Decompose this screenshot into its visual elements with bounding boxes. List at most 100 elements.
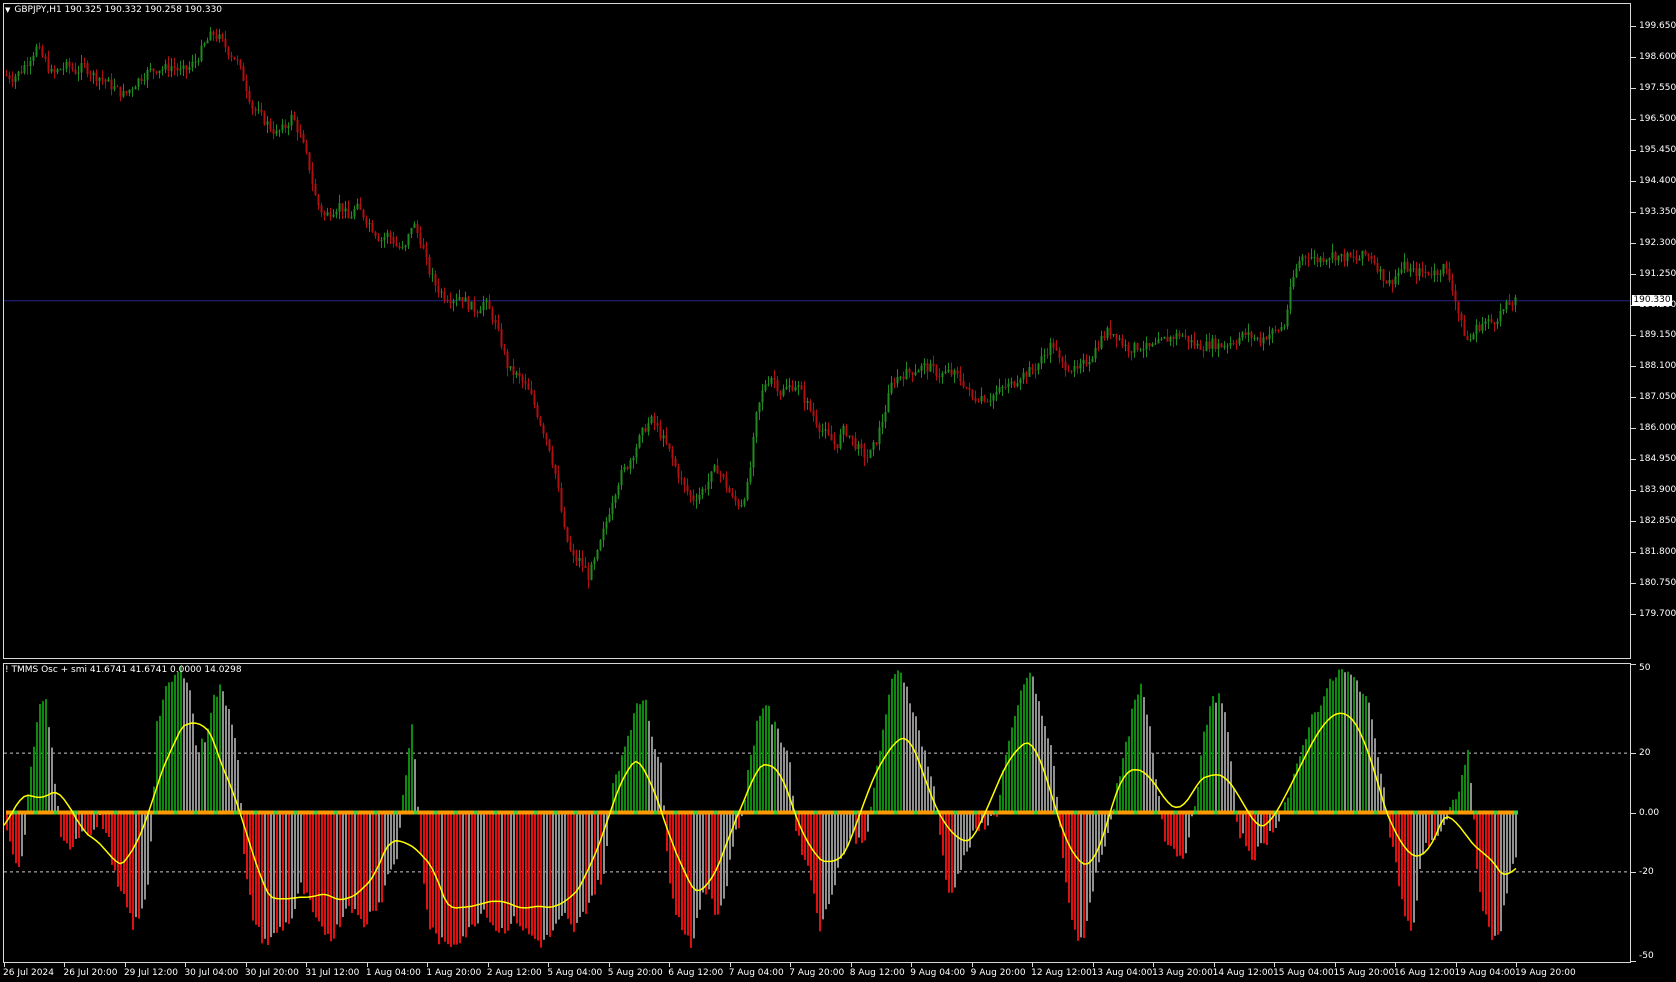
candle-body xyxy=(521,376,524,382)
price-tick xyxy=(1631,583,1636,585)
time-label: 13 Aug 04:00 xyxy=(1091,968,1153,978)
candle-body xyxy=(590,564,593,580)
histogram-bar xyxy=(504,812,506,934)
zero-line-dot xyxy=(1478,810,1482,815)
zero-line-dot xyxy=(758,810,762,815)
candle-body xyxy=(1061,357,1064,362)
candle-body xyxy=(623,466,626,470)
histogram-bar xyxy=(1413,812,1415,923)
oscillator-scale[interactable]: 50 20 0.00 -20 -50 xyxy=(1631,663,1676,963)
zero-line-dot xyxy=(170,810,174,815)
histogram-bar xyxy=(1095,812,1097,873)
histogram-bar xyxy=(708,812,710,890)
candle-body xyxy=(320,205,323,213)
histogram-bar xyxy=(1359,691,1361,813)
candle-body xyxy=(1070,371,1073,373)
candle-body xyxy=(965,386,968,388)
candle-body xyxy=(989,400,992,402)
candle-body xyxy=(1406,261,1409,272)
time-tick xyxy=(548,963,550,967)
time-tick xyxy=(911,963,913,967)
time-tick xyxy=(1092,963,1094,967)
zero-line-dot xyxy=(1354,810,1358,815)
candle-body xyxy=(1265,337,1268,340)
zero-line-dot xyxy=(1146,810,1150,815)
zero-line-dot xyxy=(1358,810,1362,815)
candle-body xyxy=(284,124,287,128)
candle-body xyxy=(104,79,107,82)
histogram-bar xyxy=(1458,791,1460,813)
zero-line-dot xyxy=(1190,810,1194,815)
candle-body xyxy=(998,387,1001,393)
candle-body xyxy=(1301,256,1304,261)
price-tick xyxy=(1631,552,1636,554)
histogram-bar xyxy=(489,812,491,923)
zero-line-dot xyxy=(254,810,258,815)
histogram-bar xyxy=(672,812,674,899)
candle-body xyxy=(719,473,722,475)
histogram-bar xyxy=(123,812,125,894)
zero-line-dot xyxy=(1230,810,1234,815)
symbol-title-text: GBPJPY,H1 190.325 190.332 190.258 190.33… xyxy=(14,5,223,15)
zero-line-dot xyxy=(634,810,638,815)
zero-line-dot xyxy=(1222,810,1226,815)
zero-line-dot xyxy=(102,810,106,815)
candle-body xyxy=(1001,386,1004,388)
histogram-bar xyxy=(1407,812,1409,921)
histogram-bar xyxy=(387,812,389,875)
candle-body xyxy=(182,65,185,69)
zero-line-dot xyxy=(338,810,342,815)
candle-body xyxy=(245,80,248,92)
oscillator-label: -20 xyxy=(1639,866,1654,877)
histogram-bar xyxy=(960,812,962,871)
histogram-bar xyxy=(348,812,350,907)
zero-line-dot xyxy=(318,810,322,815)
zero-line-dot xyxy=(962,810,966,815)
triangle-down-icon[interactable]: ▼ xyxy=(5,6,10,14)
zero-line-dot xyxy=(210,810,214,815)
zero-line-dot xyxy=(414,810,418,815)
candle-body xyxy=(875,442,878,445)
time-axis[interactable]: 26 Jul 2024 26 Jul 20:00 29 Jul 12:00 30 Ju… xyxy=(3,963,1631,982)
zero-line-dot xyxy=(190,810,194,815)
candle-body xyxy=(497,322,500,330)
candle-body xyxy=(296,119,299,133)
candle-body xyxy=(560,488,563,512)
candle-body xyxy=(1442,264,1445,274)
histogram-bar xyxy=(165,686,167,813)
histogram-bar xyxy=(1248,812,1250,851)
price-scale[interactable]: 199.650 198.600 197.550 196.500 195.450 194.4… xyxy=(1631,3,1676,659)
symbol-title[interactable]: ▼ GBPJPY,H1 190.325 190.332 190.258 190.… xyxy=(5,5,222,15)
zero-line-dot xyxy=(1278,810,1282,815)
candle-body xyxy=(260,109,263,113)
histogram-bar xyxy=(879,750,881,813)
candle-body xyxy=(197,60,200,62)
histogram-bar xyxy=(1173,812,1175,849)
candle-body xyxy=(8,75,11,80)
histogram-bar xyxy=(900,672,902,813)
zero-line-dot xyxy=(1082,810,1086,815)
zero-line-dot xyxy=(1062,810,1066,815)
candle-body xyxy=(1004,386,1007,388)
histogram-bar xyxy=(1200,755,1202,813)
candle-body xyxy=(854,438,857,450)
zero-line-dot xyxy=(838,810,842,815)
zero-line-dot xyxy=(110,810,114,815)
candle-body xyxy=(611,502,614,515)
histogram-bar xyxy=(1002,770,1004,813)
price-label: 196.500 xyxy=(1639,113,1676,124)
candle-body xyxy=(1037,363,1040,371)
zero-line-dot xyxy=(438,810,442,815)
candle-body xyxy=(1058,350,1061,358)
zero-line-dot xyxy=(1010,810,1014,815)
price-tick xyxy=(1631,459,1636,461)
histogram-bar xyxy=(915,716,917,813)
zero-line-dot xyxy=(198,810,202,815)
candle-body xyxy=(638,435,641,448)
zero-line-dot xyxy=(886,810,890,815)
price-chart xyxy=(4,27,1630,589)
zero-line-dot xyxy=(90,810,94,815)
candle-body xyxy=(1427,271,1430,275)
histogram-bar xyxy=(948,812,950,893)
candle-body xyxy=(1049,342,1052,356)
